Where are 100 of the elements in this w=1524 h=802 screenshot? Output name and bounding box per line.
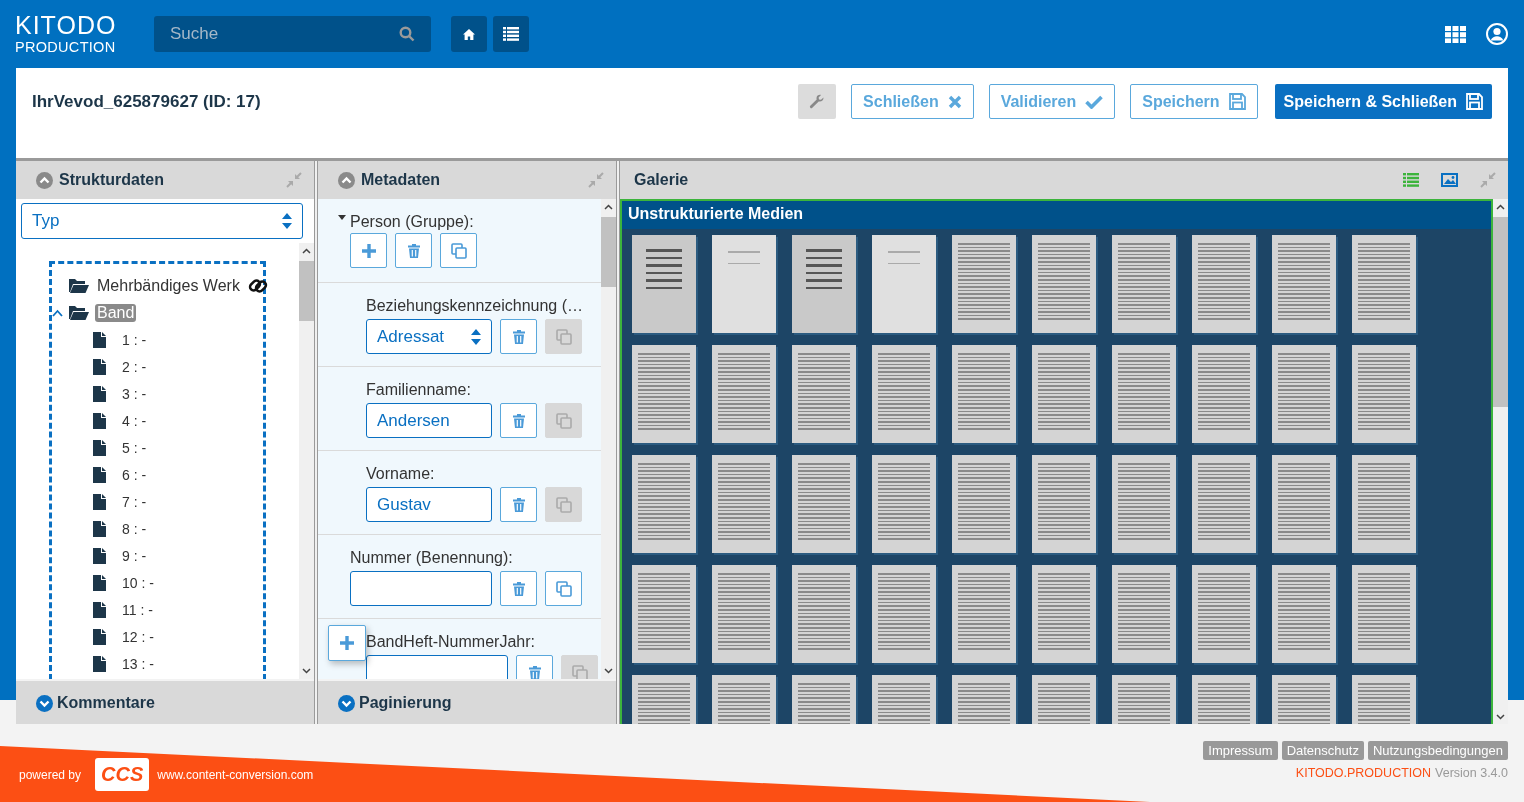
copy-button[interactable] xyxy=(440,233,477,268)
tree-item[interactable]: 13 : - xyxy=(120,655,156,672)
scanned-page-thumbnail[interactable] xyxy=(1112,565,1176,663)
scanned-page-thumbnail[interactable] xyxy=(1352,345,1416,443)
blank-page-thumbnail[interactable] xyxy=(872,235,936,333)
blank-page-thumbnail[interactable] xyxy=(712,235,776,333)
shrink-arrows-icon[interactable] xyxy=(286,172,302,188)
add-button[interactable] xyxy=(350,233,387,268)
scrollbar-thumb[interactable] xyxy=(299,261,314,321)
tree-item[interactable]: 4 : - xyxy=(120,412,149,429)
scanned-page-thumbnail[interactable] xyxy=(1352,565,1416,663)
scanned-page-thumbnail[interactable] xyxy=(1032,235,1096,333)
scanned-page-thumbnail[interactable] xyxy=(632,235,696,333)
copy-button[interactable] xyxy=(545,571,582,606)
scanned-page-thumbnail[interactable] xyxy=(792,565,856,663)
scanned-page-thumbnail[interactable] xyxy=(1352,235,1416,333)
scanned-page-thumbnail[interactable] xyxy=(1032,455,1096,553)
tree-item[interactable]: 8 : - xyxy=(120,520,149,537)
scanned-page-thumbnail[interactable] xyxy=(872,455,936,553)
scanned-page-thumbnail[interactable] xyxy=(632,345,696,443)
scanned-page-thumbnail[interactable] xyxy=(1112,455,1176,553)
tree-item[interactable]: Mehrbändiges Werk xyxy=(95,276,242,295)
list-button[interactable] xyxy=(493,16,529,52)
search-field[interactable]: Suche xyxy=(154,16,431,52)
scrollbar[interactable] xyxy=(601,199,616,679)
search-input[interactable]: Suche xyxy=(168,23,399,45)
scanned-page-thumbnail[interactable] xyxy=(952,565,1016,663)
apps-grid-icon[interactable] xyxy=(1445,25,1466,43)
tree-item[interactable]: 12 : - xyxy=(120,628,156,645)
scanned-page-thumbnail[interactable] xyxy=(712,345,776,443)
input-field[interactable] xyxy=(350,571,492,606)
scanned-page-thumbnail[interactable] xyxy=(952,235,1016,333)
scroll-down-icon[interactable] xyxy=(604,668,613,674)
scroll-down-icon[interactable] xyxy=(1496,714,1505,720)
scroll-up-icon[interactable] xyxy=(604,204,613,210)
scanned-page-thumbnail[interactable] xyxy=(1192,565,1256,663)
user-icon[interactable] xyxy=(1486,23,1508,45)
scanned-page-thumbnail[interactable] xyxy=(1032,345,1096,443)
scroll-down-icon[interactable] xyxy=(302,668,311,674)
type-select[interactable]: Typ xyxy=(21,203,303,239)
scanned-page-thumbnail[interactable] xyxy=(1272,565,1336,663)
file-icon xyxy=(93,412,106,429)
scanned-page-thumbnail[interactable] xyxy=(1272,455,1336,553)
delete-button[interactable] xyxy=(500,319,537,354)
tree-item[interactable]: 10 : - xyxy=(120,574,156,591)
tree-item[interactable]: 5 : - xyxy=(120,439,149,456)
scrollbar-thumb[interactable] xyxy=(1493,217,1508,407)
input-field[interactable]: Andersen xyxy=(366,403,492,438)
scanned-page-thumbnail[interactable] xyxy=(1112,345,1176,443)
scanned-page-thumbnail[interactable] xyxy=(872,345,936,443)
tree-item[interactable]: 9 : - xyxy=(120,547,149,564)
collapse-chevron-icon[interactable] xyxy=(338,171,355,189)
add-metadata-button[interactable] xyxy=(328,625,366,661)
image-icon[interactable] xyxy=(1441,173,1458,187)
input-field[interactable]: Gustav xyxy=(366,487,492,522)
tree-item[interactable]: 7 : - xyxy=(120,493,149,510)
scanned-page-thumbnail[interactable] xyxy=(792,455,856,553)
scanned-page-thumbnail[interactable] xyxy=(632,455,696,553)
tree-item[interactable]: 1 : - xyxy=(120,331,149,348)
plus-icon xyxy=(340,636,354,650)
delete-button[interactable] xyxy=(500,487,537,522)
scanned-page-thumbnail[interactable] xyxy=(1192,345,1256,443)
tree-item[interactable]: 3 : - xyxy=(120,385,149,402)
file-icon xyxy=(93,628,106,645)
tree-item[interactable]: 6 : - xyxy=(120,466,149,483)
scanned-page-thumbnail[interactable] xyxy=(1112,235,1176,333)
scanned-page-thumbnail[interactable] xyxy=(792,235,856,333)
scanned-page-thumbnail[interactable] xyxy=(632,565,696,663)
scanned-page-thumbnail[interactable] xyxy=(712,565,776,663)
scrollbar-thumb[interactable] xyxy=(601,217,616,287)
shrink-arrows-icon[interactable] xyxy=(588,172,604,188)
scanned-page-thumbnail[interactable] xyxy=(952,455,1016,553)
delete-button[interactable] xyxy=(395,233,432,268)
delete-button[interactable] xyxy=(500,571,537,606)
scroll-up-icon[interactable] xyxy=(302,248,311,254)
expand-chevron-icon[interactable] xyxy=(36,694,53,712)
scroll-up-icon[interactable] xyxy=(1496,204,1505,210)
delete-button[interactable] xyxy=(500,403,537,438)
scanned-page-thumbnail[interactable] xyxy=(792,345,856,443)
shrink-arrows-icon[interactable] xyxy=(1480,172,1496,188)
collapse-chevron-icon[interactable] xyxy=(36,171,53,189)
collapse-caret-icon[interactable] xyxy=(52,308,63,317)
save-and-close-button[interactable]: Speichern & Schließen xyxy=(1274,84,1492,119)
copy-icon xyxy=(555,412,572,429)
disclosure-caret-icon[interactable] xyxy=(338,215,346,221)
scanned-page-thumbnail[interactable] xyxy=(872,565,936,663)
scanned-page-thumbnail[interactable] xyxy=(1352,455,1416,553)
scanned-page-thumbnail[interactable] xyxy=(1192,455,1256,553)
home-button[interactable] xyxy=(451,16,487,52)
scrollbar[interactable] xyxy=(299,243,314,679)
scanned-page-thumbnail[interactable] xyxy=(1272,345,1336,443)
tree-item[interactable]: 2 : - xyxy=(120,358,149,375)
scanned-page-thumbnail[interactable] xyxy=(1272,235,1336,333)
scanned-page-thumbnail[interactable] xyxy=(1032,565,1096,663)
expand-chevron-icon[interactable] xyxy=(338,694,355,712)
select-field[interactable]: Adressat xyxy=(366,319,492,354)
scanned-page-thumbnail[interactable] xyxy=(712,455,776,553)
tree-item[interactable]: 11 : - xyxy=(120,601,155,618)
scanned-page-thumbnail[interactable] xyxy=(1192,235,1256,333)
scanned-page-thumbnail[interactable] xyxy=(952,345,1016,443)
